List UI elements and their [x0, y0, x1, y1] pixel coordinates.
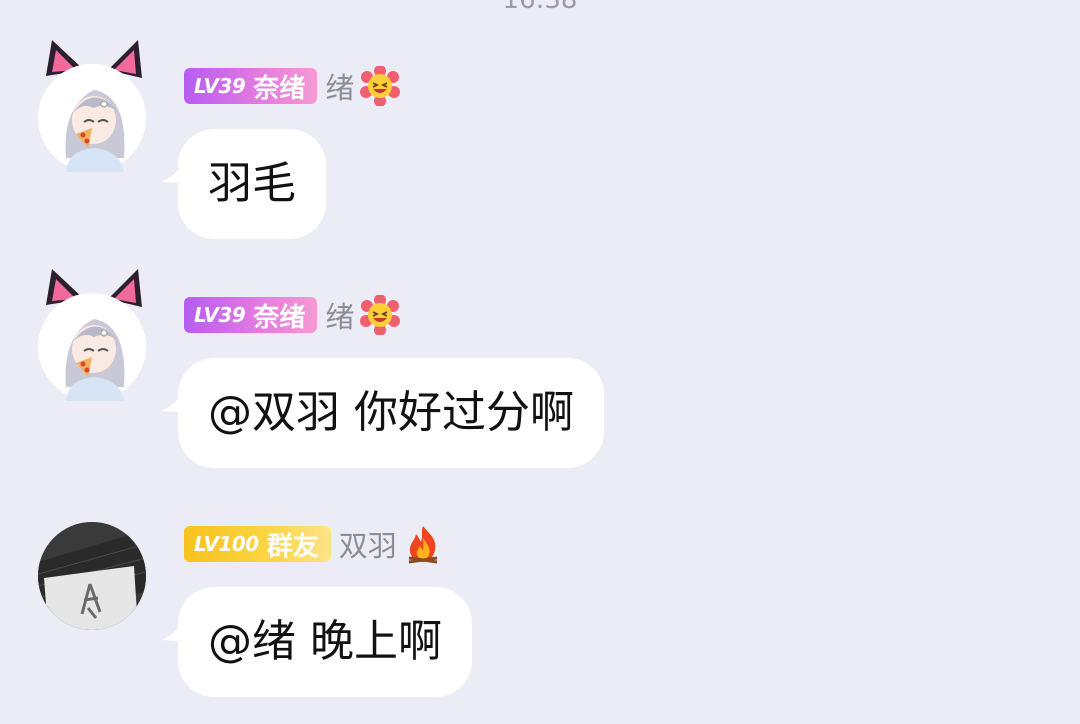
sender-name-row: LV39 奈绪 绪: [184, 65, 401, 107]
laughing-flower-icon: [360, 295, 401, 335]
laughing-flower-icon: [360, 66, 401, 106]
message-timestamp: 16:38: [502, 0, 578, 15]
member-level-badge[interactable]: LV100 群友: [184, 526, 331, 562]
user-avatar[interactable]: [38, 40, 146, 172]
level-label: LV100: [194, 532, 259, 556]
chat-message: LV39 奈绪 绪 @双羽 你好过分啊: [0, 269, 1080, 473]
fire-icon: [408, 526, 437, 564]
chat-message: LV100 群友 双羽 @绪 晚上啊: [0, 502, 1080, 702]
keyboard-photo-avatar-icon: [38, 522, 146, 630]
sender-nickname[interactable]: 绪: [325, 294, 354, 336]
member-level-badge[interactable]: LV39 奈绪: [184, 297, 318, 333]
sender-nickname[interactable]: 绪: [325, 65, 354, 107]
sender-name-row: LV100 群友 双羽: [184, 524, 443, 564]
cat-ear-avatar-icon: [38, 40, 146, 172]
chat-message: LV39 奈绪 绪 羽毛: [0, 40, 1080, 244]
message-bubble[interactable]: @绪 晚上啊: [178, 587, 472, 697]
member-level-badge[interactable]: LV39 奈绪: [184, 68, 318, 104]
user-avatar[interactable]: [38, 522, 146, 630]
member-title: 奈绪: [253, 73, 306, 104]
sender-nickname[interactable]: 双羽: [339, 523, 397, 565]
sender-name-row: LV39 奈绪 绪: [184, 294, 401, 336]
chat-window: 16:38 LV39 奈绪 绪 羽毛 LV39 奈绪 绪 @双羽 你好过分啊 L…: [0, 0, 1080, 724]
member-title: 奈绪: [253, 302, 306, 333]
level-label: LV39: [194, 74, 246, 98]
cat-ear-avatar-icon: [38, 269, 146, 401]
level-label: LV39: [194, 303, 246, 327]
message-bubble[interactable]: @双羽 你好过分啊: [178, 358, 604, 468]
message-bubble[interactable]: 羽毛: [178, 129, 326, 239]
member-title: 群友: [266, 531, 319, 562]
user-avatar[interactable]: [38, 269, 146, 401]
